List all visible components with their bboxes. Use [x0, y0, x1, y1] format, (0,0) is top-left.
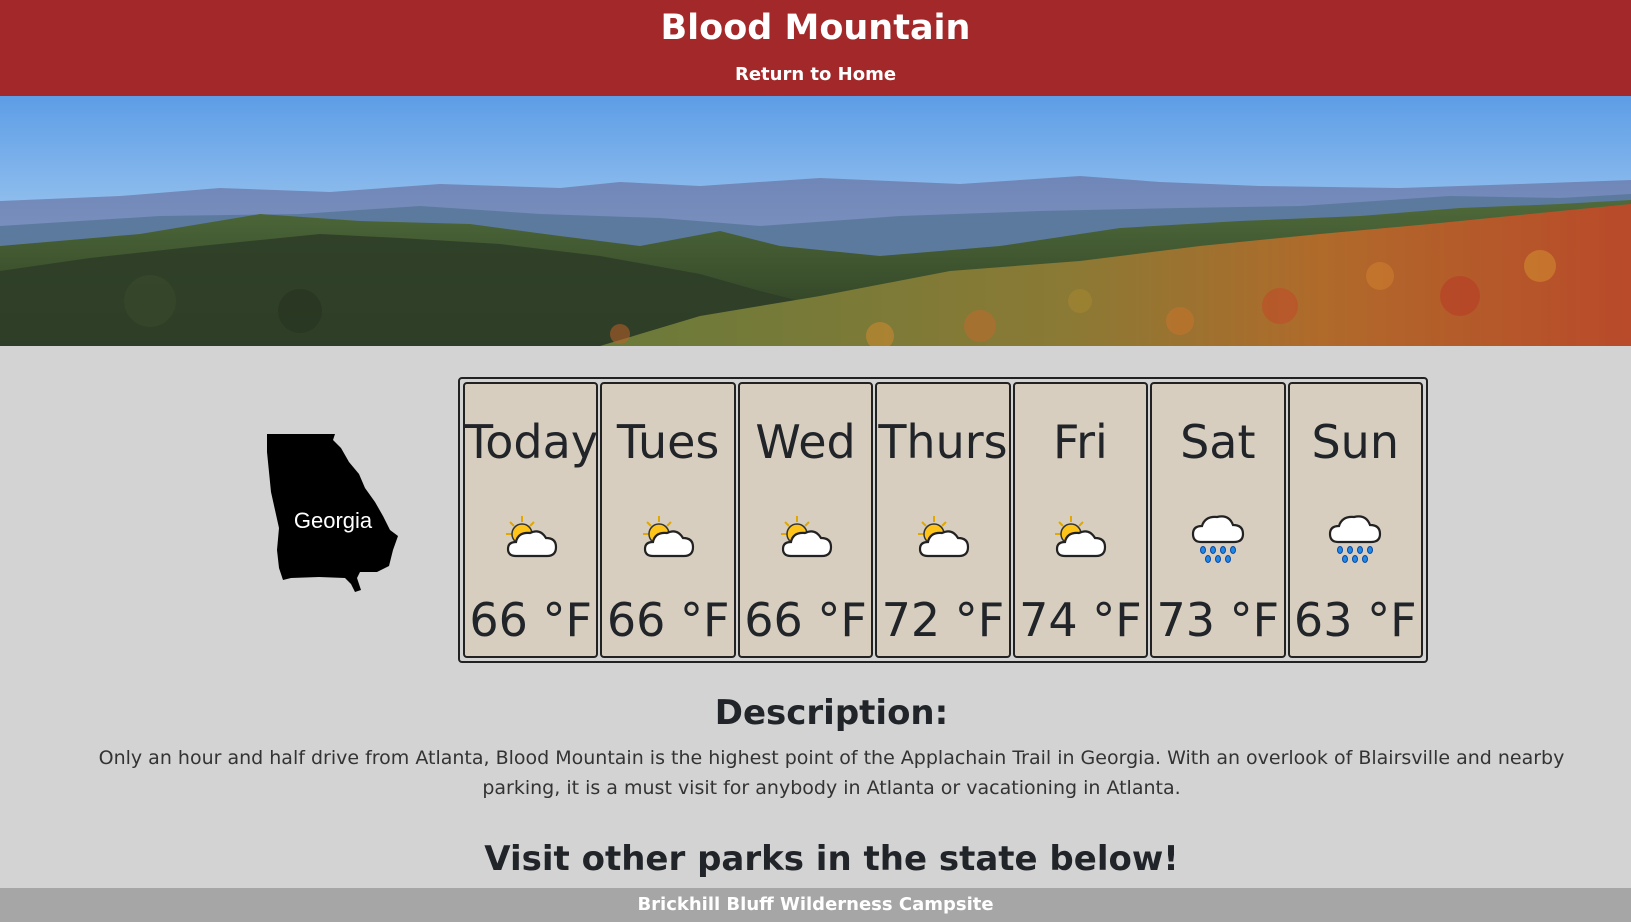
park-link-bar: Brickhill Bluff Wilderness Campsite	[0, 888, 1631, 922]
forecast-day-sun: Sun 63 °F	[1287, 382, 1423, 658]
temperature: 63 °F	[1293, 593, 1417, 647]
page-title: Blood Mountain	[660, 8, 971, 48]
day-name: Fri	[1052, 415, 1108, 469]
day-name: Tues	[616, 415, 720, 469]
temperature: 66 °F	[606, 593, 730, 647]
partly-cloudy-icon	[914, 512, 972, 564]
return-home-link[interactable]: Return to Home	[0, 64, 1631, 86]
day-name: Wed	[755, 415, 856, 469]
day-name: Sun	[1311, 415, 1399, 469]
day-name: Today	[465, 415, 599, 469]
day-name: Thurs	[878, 415, 1008, 469]
park-link[interactable]: Brickhill Bluff Wilderness Campsite	[637, 894, 993, 915]
description-heading: Description:	[714, 693, 949, 733]
description-text: Only an hour and half drive from Atlanta…	[98, 747, 1565, 799]
forecast-day-wed: Wed 66 °F	[737, 382, 874, 658]
temperature: 72 °F	[881, 593, 1005, 647]
temperature: 73 °F	[1156, 593, 1280, 647]
partly-cloudy-icon	[1051, 512, 1109, 564]
georgia-state-map: Georgia	[267, 434, 398, 592]
forecast-day-tues: Tues 66 °F	[600, 382, 736, 658]
mountain-banner-image	[0, 96, 1631, 346]
partly-cloudy-icon	[777, 512, 835, 564]
rain-icon	[1189, 512, 1247, 564]
forecast-day-sat: Sat 73 °F	[1150, 382, 1286, 658]
weather-forecast: Today 66 °F Tues 66 °F Wed 66 °F Thurs 72 °F Fri…	[458, 377, 1428, 663]
temperature: 74 °F	[1019, 593, 1142, 647]
forecast-day-thurs: Thurs 72 °F	[875, 382, 1011, 658]
partly-cloudy-icon	[639, 512, 697, 564]
site-header: Blood Mountain Return to Home	[0, 0, 1631, 96]
temperature: 66 °F	[469, 593, 593, 647]
temperature: 66 °F	[744, 593, 867, 647]
forecast-day-today: Today 66 °F	[463, 382, 599, 658]
forecast-day-fri: Fri 74 °F	[1012, 382, 1149, 658]
state-label: Georgia	[294, 508, 373, 533]
partly-cloudy-icon	[502, 512, 560, 564]
rain-icon	[1326, 512, 1384, 564]
day-name: Sat	[1180, 415, 1256, 469]
other-parks-heading: Visit other parks in the state below!	[484, 839, 1179, 879]
